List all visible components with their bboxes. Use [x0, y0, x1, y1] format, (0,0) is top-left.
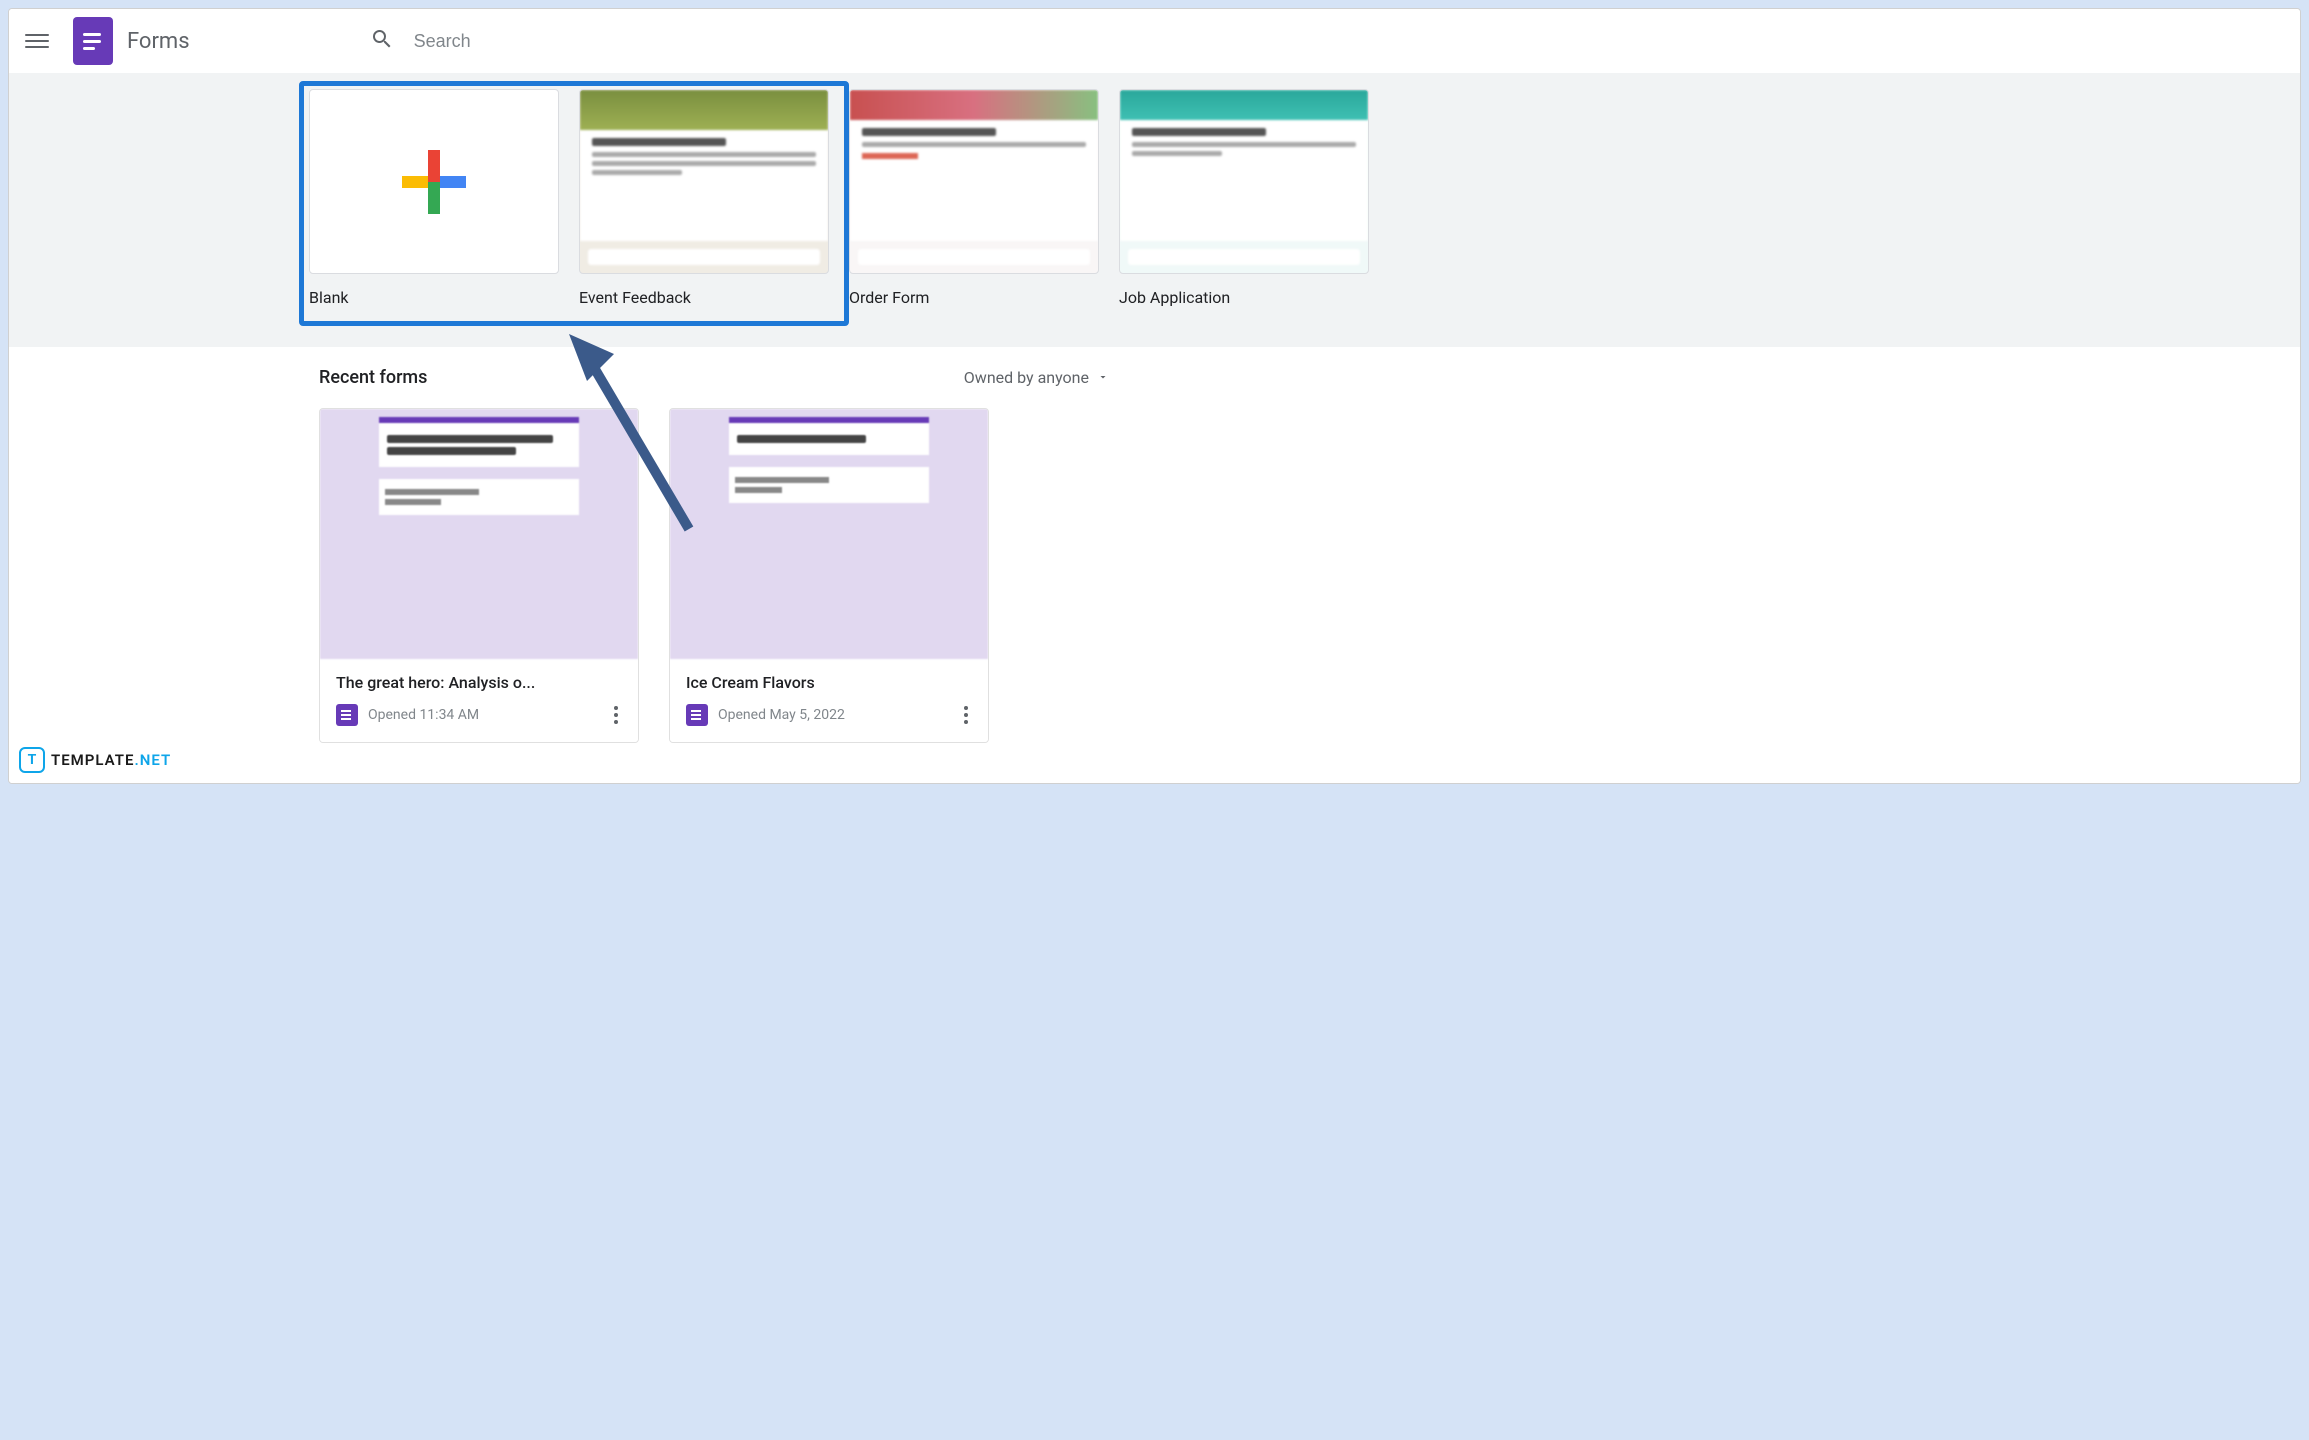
search-bar[interactable] [370, 27, 2284, 55]
recent-forms-title: Recent forms [319, 367, 427, 388]
template-thumb-event [579, 89, 829, 274]
recent-form-card[interactable]: The great hero: Analysis o... Opened 11:… [319, 408, 639, 743]
template-order-form[interactable]: Order Form [849, 89, 1099, 307]
recent-opened-text: Opened 11:34 AM [368, 707, 600, 723]
template-thumb-job [1119, 89, 1369, 274]
menu-icon[interactable] [25, 29, 49, 53]
recent-thumb [670, 409, 988, 659]
recent-form-card[interactable]: Ice Cream Flavors Opened May 5, 2022 [669, 408, 989, 743]
recent-thumb [320, 409, 638, 659]
chevron-down-icon [1097, 368, 1109, 387]
template-thumb-blank [309, 89, 559, 274]
forms-badge-icon [336, 704, 358, 726]
forms-badge-icon [686, 704, 708, 726]
forms-logo-icon[interactable] [73, 17, 113, 65]
owner-filter-dropdown[interactable]: Owned by anyone [964, 368, 1109, 387]
watermark-icon: T [19, 747, 45, 773]
header: Forms [9, 9, 2300, 73]
template-job-application[interactable]: Job Application [1119, 89, 1369, 307]
search-input[interactable] [414, 31, 814, 52]
template-blank[interactable]: Blank [309, 89, 559, 307]
watermark: T TEMPLATE.NET [19, 747, 171, 773]
recent-form-name: The great hero: Analysis o... [336, 673, 622, 692]
app-title: Forms [127, 29, 190, 54]
template-label: Job Application [1119, 288, 1369, 307]
watermark-text: TEMPLATE.NET [51, 751, 171, 769]
template-thumb-order [849, 89, 1099, 274]
recent-opened-text: Opened May 5, 2022 [718, 707, 950, 723]
plus-icon [402, 150, 466, 214]
more-options-icon[interactable] [610, 702, 622, 728]
more-options-icon[interactable] [960, 702, 972, 728]
template-label: Order Form [849, 288, 1099, 307]
owner-filter-label: Owned by anyone [964, 368, 1089, 387]
template-event-feedback[interactable]: Event Feedback [579, 89, 829, 307]
recent-form-name: Ice Cream Flavors [686, 673, 972, 692]
templates-section: Blank Event Feedback [9, 73, 2300, 347]
search-icon [370, 27, 394, 55]
template-label: Event Feedback [579, 288, 829, 307]
template-label: Blank [309, 288, 559, 307]
recent-section: Recent forms Owned by anyone [9, 347, 2300, 783]
